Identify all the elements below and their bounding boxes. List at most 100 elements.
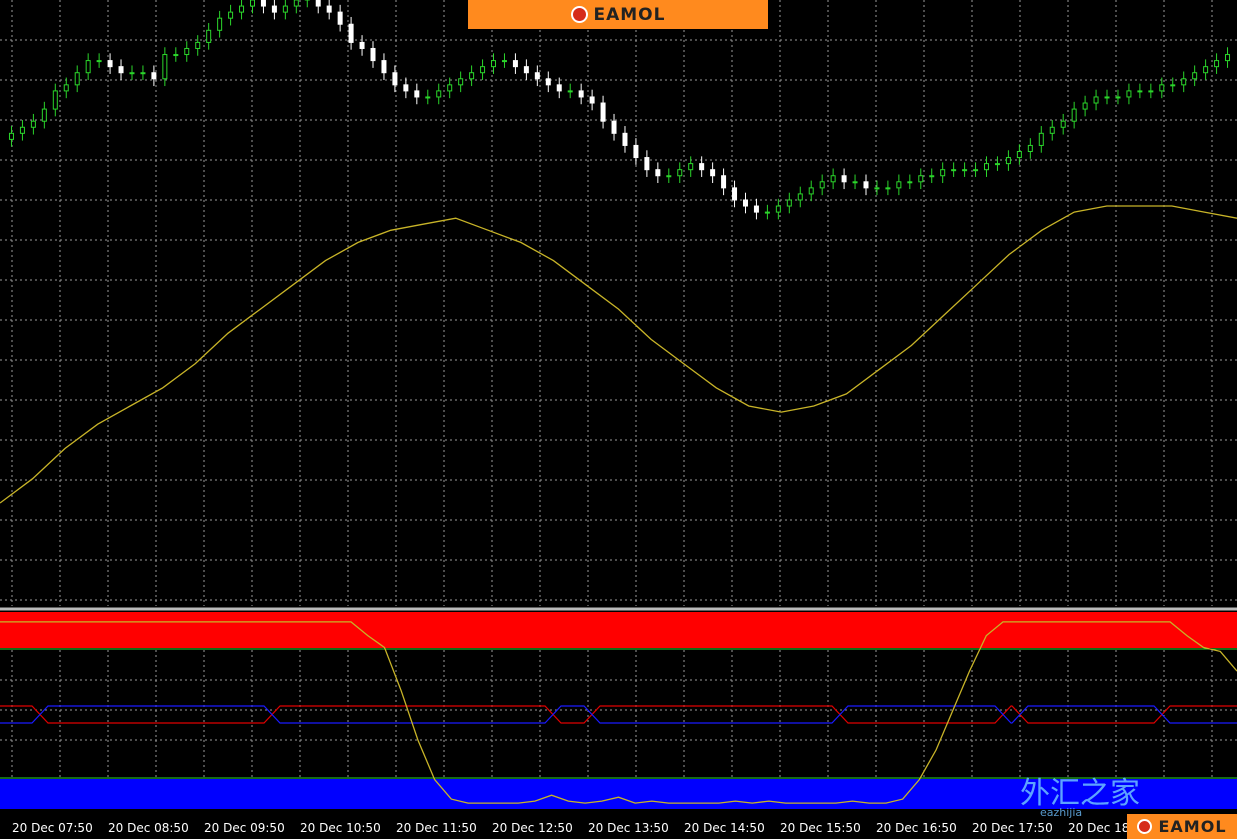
candle-body (600, 102, 606, 122)
candle-body (282, 5, 288, 13)
candle-body (874, 187, 880, 190)
candle-body (556, 84, 562, 92)
brand-text: EAMOL (593, 4, 666, 25)
candle-body (885, 187, 891, 190)
candle-body (74, 72, 80, 86)
candle-body (940, 169, 946, 177)
candle-body (611, 120, 617, 134)
candle-body (1170, 84, 1176, 87)
brand-banner-top[interactable]: EAMOL (468, 0, 768, 29)
price-chart[interactable]: 20 Dec 07:50 20 Dec 08:50 20 Dec 09:50 20 D… (0, 0, 1237, 839)
x-tick-label: 20 Dec 18: (1068, 821, 1133, 835)
candle-body (480, 66, 486, 74)
candle-body (239, 5, 245, 13)
candle-body (1148, 90, 1154, 93)
candle-body (458, 78, 464, 86)
candle-body (140, 72, 146, 75)
candle-body (819, 181, 825, 189)
candle-body (567, 90, 573, 93)
x-tick-label: 20 Dec 17:50 (972, 821, 1053, 835)
candle-body (151, 72, 157, 80)
x-tick-label: 20 Dec 14:50 (684, 821, 765, 835)
x-tick-label: 20 Dec 13:50 (588, 821, 669, 835)
candle-body (1159, 84, 1165, 92)
candle-body (710, 169, 716, 177)
candle-body (1005, 157, 1011, 165)
candle-body (589, 96, 595, 104)
candle-body (578, 90, 584, 98)
candle-body (249, 0, 255, 7)
candle-body (107, 60, 113, 68)
candle-body (1115, 96, 1121, 99)
candle-body (228, 11, 234, 19)
x-tick-label: 20 Dec 10:50 (300, 821, 381, 835)
candle-body (348, 23, 354, 43)
candle-body (392, 72, 398, 86)
candle-body (534, 72, 540, 80)
candle-body (1027, 144, 1033, 153)
x-tick-label: 20 Dec 16:50 (876, 821, 957, 835)
watermark-url: eazhijia (1040, 806, 1083, 819)
candle-body (370, 47, 376, 62)
candle-body (162, 54, 168, 80)
candle-body (512, 60, 518, 68)
candle-body (644, 157, 650, 171)
candle-body (677, 169, 683, 177)
x-tick-label: 20 Dec 12:50 (492, 821, 573, 835)
candle-body (753, 205, 759, 213)
candle-body (1225, 54, 1231, 62)
candle-body (271, 5, 277, 13)
candle-body (1192, 72, 1198, 80)
candle-body (896, 181, 902, 189)
candle-body (918, 175, 924, 183)
brand-text: EAMOL (1158, 817, 1227, 836)
candle-body (206, 29, 212, 43)
candle-body (337, 11, 343, 25)
brand-banner-bottom[interactable]: EAMOL (1127, 814, 1237, 839)
candle-body (381, 60, 387, 74)
candle-body (469, 72, 475, 80)
candle-body (1137, 90, 1143, 93)
candle-body (85, 60, 91, 74)
candle-body (184, 47, 190, 56)
candle-body (1071, 108, 1077, 122)
candle-body (1181, 78, 1187, 86)
x-tick-label: 20 Dec 07:50 (12, 821, 93, 835)
candle-body (984, 163, 990, 171)
candle-body (688, 163, 694, 171)
candle-body (293, 0, 299, 7)
candle-body (622, 132, 628, 146)
candle-body (841, 175, 847, 183)
candle-body (1038, 132, 1044, 146)
candle-body (1203, 66, 1209, 74)
candle-body (863, 181, 869, 189)
candle-body (447, 84, 453, 92)
candle-body (326, 5, 332, 13)
candle-body (797, 193, 803, 201)
candle-body (195, 41, 201, 49)
candle-body (929, 175, 935, 178)
candle-body (63, 84, 69, 92)
candle-body (699, 163, 705, 171)
candle-body (1049, 126, 1055, 134)
candle-body (523, 66, 529, 74)
brand-logo-icon (1137, 819, 1153, 834)
candle-body (962, 169, 968, 172)
candle-body (666, 175, 672, 178)
candle-body (742, 199, 748, 207)
candle-body (260, 0, 266, 7)
candle-body (1016, 151, 1022, 159)
candle-body (425, 96, 431, 99)
candle-body (501, 60, 507, 63)
candle-body (973, 169, 979, 172)
x-tick-label: 20 Dec 08:50 (108, 821, 189, 835)
candle-body (315, 0, 321, 7)
candle-body (951, 169, 957, 172)
candle-body (907, 181, 913, 184)
x-tick-label: 20 Dec 09:50 (204, 821, 285, 835)
candle-body (118, 66, 124, 74)
x-tick-label: 20 Dec 11:50 (396, 821, 477, 835)
candle-body (1126, 90, 1132, 98)
candle-body (8, 132, 14, 140)
candle-body (359, 41, 365, 49)
